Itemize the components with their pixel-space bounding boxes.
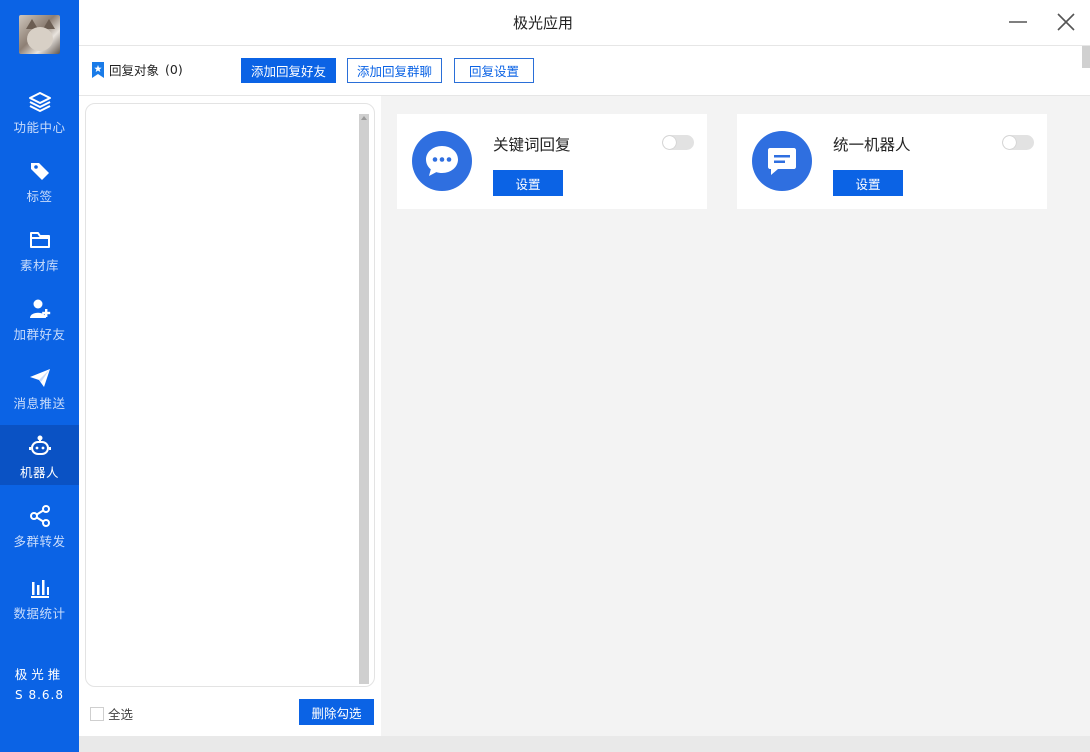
folder-icon — [29, 232, 50, 248]
robot-icon — [28, 435, 51, 455]
card-title: 统一机器人 — [833, 136, 911, 154]
window-title: 极光应用 — [512, 14, 573, 32]
sidebar-item-label: 加群好友 — [13, 327, 66, 342]
share-icon — [29, 505, 50, 527]
sidebar-item-label: 数据统计 — [13, 606, 66, 621]
keyword-reply-card: 关键词回复 设置 — [397, 114, 707, 209]
message-box-icon — [752, 131, 812, 191]
sidebar-item-label: 消息推送 — [13, 396, 66, 411]
sidebar-item-multi-forward[interactable]: 多群转发 — [0, 494, 79, 554]
add-user-icon — [29, 299, 50, 318]
sidebar-item-label: 多群转发 — [13, 534, 66, 549]
brand-name: 极光推 — [14, 667, 65, 682]
unified-robot-settings-button[interactable]: 设置 — [833, 170, 903, 196]
unified-robot-card: 统一机器人 设置 — [737, 114, 1047, 209]
keyword-reply-toggle[interactable] — [662, 135, 694, 150]
sidebar-item-label: 素材库 — [19, 258, 59, 273]
sidebar-item-tags[interactable]: 标签 — [0, 149, 79, 209]
select-all-checkbox[interactable] — [90, 706, 104, 721]
sidebar-item-function-center[interactable]: 功能中心 — [0, 80, 79, 140]
version-label: S 8.6.8 — [15, 688, 64, 702]
title-bar: 极光应用 — [79, 0, 1090, 46]
minimize-icon[interactable] — [1008, 12, 1028, 32]
bar-chart-icon — [30, 580, 49, 598]
send-icon — [29, 369, 50, 387]
add-reply-group-button[interactable]: 添加回复群聊 — [347, 58, 442, 83]
add-reply-friend-button[interactable]: 添加回复好友 — [241, 58, 336, 83]
reply-target-label: 回复对象 — [109, 63, 160, 78]
bottom-scrollbar[interactable] — [79, 736, 1090, 752]
sidebar: 功能中心 标签 素材库 加群好友 消息推送 机器人 多群转发 数据统计 极光推 … — [0, 0, 79, 752]
sidebar-item-add-friends[interactable]: 加群好友 — [0, 287, 79, 347]
layers-icon — [28, 92, 51, 112]
delete-selected-button[interactable]: 删除勾选 — [299, 699, 374, 725]
sidebar-item-message-push[interactable]: 消息推送 — [0, 356, 79, 416]
keyword-reply-settings-button[interactable]: 设置 — [493, 170, 563, 196]
chat-bubble-icon — [412, 131, 472, 191]
sidebar-item-label: 机器人 — [19, 465, 59, 480]
sidebar-item-robot[interactable]: 机器人 — [0, 425, 79, 485]
select-all-label: 全选 — [108, 707, 134, 722]
reply-target-list[interactable] — [85, 103, 375, 687]
window-scrollbar[interactable] — [1082, 46, 1090, 68]
reply-target-count: (0) — [165, 62, 183, 77]
tag-icon — [30, 163, 49, 180]
reply-target: 回复对象 (0) — [91, 60, 183, 79]
sidebar-item-label: 功能中心 — [13, 120, 66, 135]
card-title: 关键词回复 — [493, 136, 571, 154]
unified-robot-toggle[interactable] — [1002, 135, 1034, 150]
avatar[interactable] — [19, 15, 60, 54]
close-icon[interactable] — [1056, 12, 1076, 32]
select-all[interactable]: 全选 — [90, 704, 133, 723]
toolbar: 回复对象 (0) 添加回复好友 添加回复群聊 回复设置 — [79, 46, 1090, 96]
sidebar-item-statistics[interactable]: 数据统计 — [0, 566, 79, 626]
sidebar-item-label: 标签 — [26, 189, 53, 204]
bookmark-star-icon — [92, 61, 104, 78]
reply-settings-button[interactable]: 回复设置 — [454, 58, 534, 83]
reply-target-panel: 全选 删除勾选 — [79, 96, 381, 736]
sidebar-item-materials[interactable]: 素材库 — [0, 218, 79, 278]
list-scrollbar[interactable] — [359, 114, 369, 684]
